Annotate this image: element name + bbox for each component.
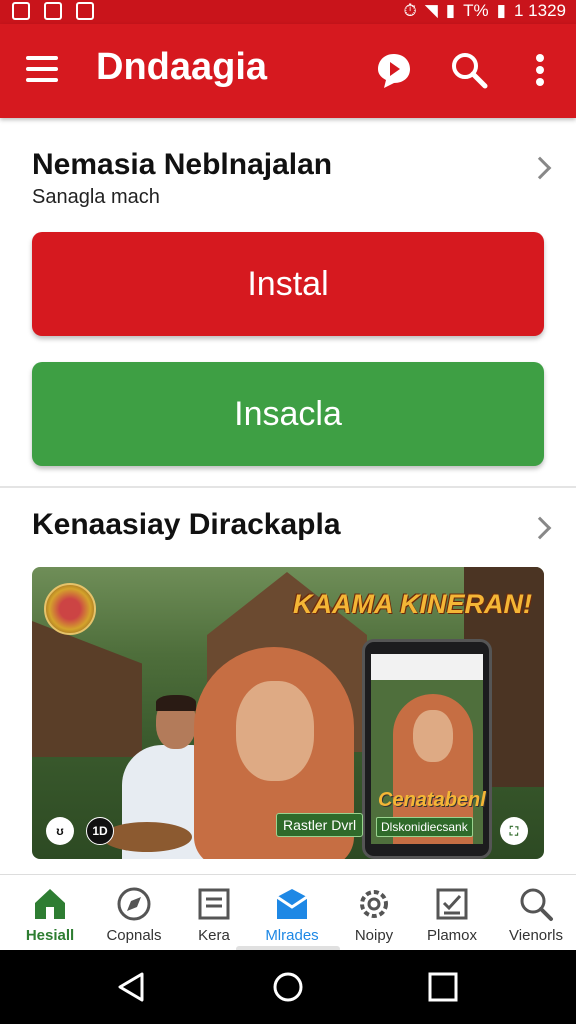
nav-item-checklist[interactable]: Plamox — [412, 875, 492, 951]
clock: 1 1329 — [514, 1, 566, 20]
app-bar: Dndaagia — [0, 24, 576, 118]
nav-item-document[interactable]: Kera — [174, 875, 254, 951]
hamburger-menu-icon[interactable] — [26, 56, 58, 84]
nav-item-settings[interactable]: Noipy — [334, 875, 414, 951]
secondary-install-button[interactable]: Insacla — [32, 362, 544, 466]
notification-icon — [12, 2, 30, 20]
more-options-icon[interactable] — [520, 50, 560, 90]
section-title: Nemasia Neblnajalan — [32, 148, 333, 181]
nav-label: Noipy — [354, 927, 394, 944]
nav-item-box[interactable]: Mlrades — [252, 875, 332, 951]
home-button-icon[interactable] — [271, 970, 305, 1004]
phone-caption: Cenatabenl — [378, 789, 486, 811]
featured-section: Kenaasiay Dirackapla KAAMA KINERAN! Cena… — [0, 488, 576, 873]
mail-icon — [44, 2, 62, 20]
nav-item-compass[interactable]: Copnals — [94, 875, 174, 951]
recent-apps-icon[interactable] — [426, 970, 460, 1004]
compass-icon — [117, 887, 151, 921]
featured-banner[interactable]: KAAMA KINERAN! Cenatabenl Rastler Dvrl D… — [32, 567, 544, 859]
banner-tag: Dlskonidiecsank — [376, 817, 473, 837]
box-icon — [276, 889, 308, 919]
install-section: Nemasia Neblnajalan Sanagla mach Instal … — [0, 130, 576, 484]
back-icon[interactable] — [114, 970, 148, 1004]
home-icon — [35, 889, 65, 919]
section-title: Kenaasiay Dirackapla — [32, 508, 341, 541]
bottom-navigation: Hesiall Copnals Kera Mlrades Noipy Plamo… — [0, 874, 576, 950]
hd-badge[interactable]: 1D — [86, 817, 114, 845]
chevron-right-icon[interactable] — [528, 516, 552, 540]
nav-label: Copnals — [106, 927, 162, 944]
folder-icon — [76, 2, 94, 20]
emblem-logo — [44, 583, 96, 635]
search-icon[interactable] — [449, 50, 489, 90]
system-navigation-bar — [0, 950, 576, 1024]
app-title: Dndaagia — [96, 46, 268, 88]
food-table — [102, 822, 192, 852]
chevron-right-icon[interactable] — [528, 156, 552, 180]
fullscreen-icon[interactable]: ⛶ — [500, 817, 528, 845]
nav-label: Kera — [198, 927, 230, 944]
banner-headline: KAAMA KINERAN! — [293, 589, 532, 619]
nav-label: Plamox — [426, 927, 478, 944]
chat-icon[interactable] — [374, 50, 414, 90]
checklist-icon — [436, 888, 468, 920]
document-icon — [198, 888, 230, 920]
battery-icon: ▮ — [496, 1, 506, 20]
gear-icon — [360, 890, 388, 918]
nav-label: Mlrades — [265, 927, 319, 944]
nav-label: Vienorls — [509, 927, 563, 944]
section-subtitle: Sanagla mach — [32, 186, 160, 208]
search-icon — [520, 888, 553, 921]
signal-icon: ▮ — [445, 1, 456, 20]
nav-item-home[interactable]: Hesiall — [10, 875, 90, 951]
alarm-icon: ⏱ — [403, 1, 417, 20]
install-button[interactable]: Instal — [32, 232, 544, 336]
banner-tag: Rastler Dvrl — [276, 813, 364, 837]
nav-item-search[interactable]: Vienorls — [496, 875, 576, 951]
sound-icon[interactable]: ʊ — [46, 817, 74, 845]
status-bar: ⏱ ◥ ▮ T% ▮ 1 1329 — [0, 0, 576, 24]
battery-label: T% — [463, 1, 489, 20]
wifi-icon: ◥ — [424, 1, 438, 20]
nav-label: Hesiall — [25, 927, 75, 944]
